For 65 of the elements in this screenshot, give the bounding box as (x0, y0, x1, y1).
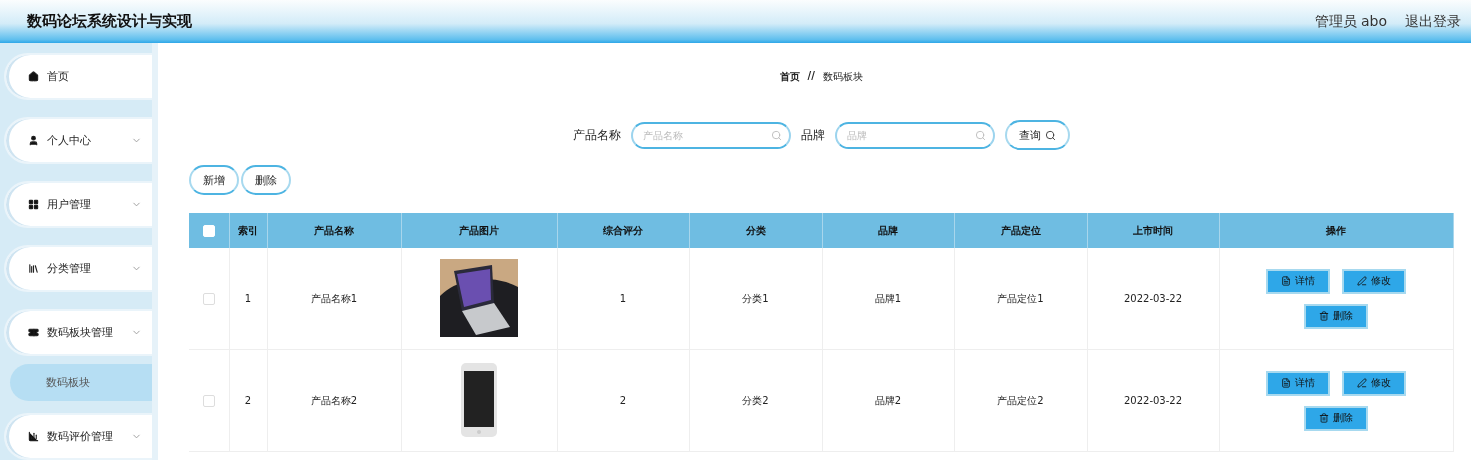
select-all-checkbox[interactable] (202, 224, 215, 237)
delete-button[interactable]: 删除 (241, 165, 291, 195)
table-cell: 2022-03-22 (1123, 293, 1183, 304)
column-header: 产品图片 (401, 213, 557, 248)
table-cell: 品牌1 (874, 292, 902, 304)
sidebar-item[interactable]: 分类管理 (4, 244, 152, 292)
sidebar-subitem[interactable]: 数码板块 (10, 363, 152, 402)
table-cell: 分类2 (742, 394, 769, 406)
table-cell: 1 (244, 293, 252, 304)
column-header: 综合评分 (557, 213, 689, 248)
column-header: 操作 (1219, 213, 1453, 248)
logout-link[interactable]: 退出登录 (1405, 12, 1461, 31)
column-header: 产品名称 (267, 213, 401, 248)
document-icon (1281, 378, 1291, 388)
app-title: 数码论坛系统设计与实现 (27, 12, 192, 31)
delete-button[interactable]: 删除 (1304, 405, 1368, 431)
user-icon (28, 134, 39, 146)
column-header: 分类 (689, 213, 822, 248)
search-icon (770, 129, 782, 141)
edit-button[interactable]: 修改 (1342, 268, 1406, 294)
delete-button[interactable]: 删除 (1304, 303, 1368, 329)
field-label: 产品名称 (572, 126, 621, 144)
table-cell: 产品定位2 (997, 394, 1044, 406)
sidebar-item[interactable]: 数码评价管理 (4, 413, 152, 460)
breadcrumb-home[interactable]: 首页 (779, 70, 800, 84)
table-cell: 产品名称2 (310, 394, 358, 406)
table-cell: 1 (619, 293, 627, 304)
trash-icon (1319, 413, 1329, 423)
document-icon (1281, 276, 1291, 286)
add-button[interactable]: 新增 (189, 165, 239, 195)
home-icon (28, 70, 39, 82)
column-header: 索引 (229, 213, 267, 248)
column-header: 产品定位 (954, 213, 1087, 248)
sidebar-item[interactable]: 首页 (4, 53, 152, 100)
row-checkbox[interactable] (202, 292, 215, 305)
column-header: 品牌 (822, 213, 954, 248)
column-header: 上市时间 (1087, 213, 1219, 248)
table-cell: 2022-03-22 (1123, 395, 1183, 406)
field-label: 品牌 (800, 126, 825, 144)
sidebar-item[interactable]: 数码板块管理 (4, 308, 152, 356)
table-cell: 品牌2 (874, 394, 902, 406)
bar-chart-icon (28, 431, 39, 442)
grid-icon (28, 198, 39, 210)
details-button[interactable]: 详情 (1266, 268, 1330, 294)
search-icon (974, 129, 986, 141)
breadcrumb-separator: // (807, 70, 815, 83)
details-button[interactable]: 详情 (1266, 370, 1330, 396)
books-icon (28, 262, 39, 274)
pen-icon (1357, 378, 1367, 388)
trash-icon (1319, 311, 1329, 321)
sidebar-item[interactable]: 用户管理 (4, 180, 152, 228)
table-cell: 分类1 (742, 292, 769, 304)
table-cell: 2 (619, 395, 627, 406)
edit-button[interactable]: 修改 (1342, 370, 1406, 396)
row-checkbox[interactable] (202, 394, 215, 407)
table-cell: 2 (244, 395, 252, 406)
ticket-icon (28, 326, 39, 338)
breadcrumb-current: 数码板块 (822, 70, 863, 84)
table-cell: 产品名称1 (310, 292, 358, 304)
table-cell: 产品定位1 (997, 292, 1044, 304)
sidebar-item[interactable]: 个人中心 (4, 116, 152, 164)
search-icon (1044, 129, 1056, 141)
pen-icon (1357, 276, 1367, 286)
query-button[interactable]: 查询 (1004, 120, 1070, 150)
admin-user: 管理员 abo (1314, 12, 1387, 31)
